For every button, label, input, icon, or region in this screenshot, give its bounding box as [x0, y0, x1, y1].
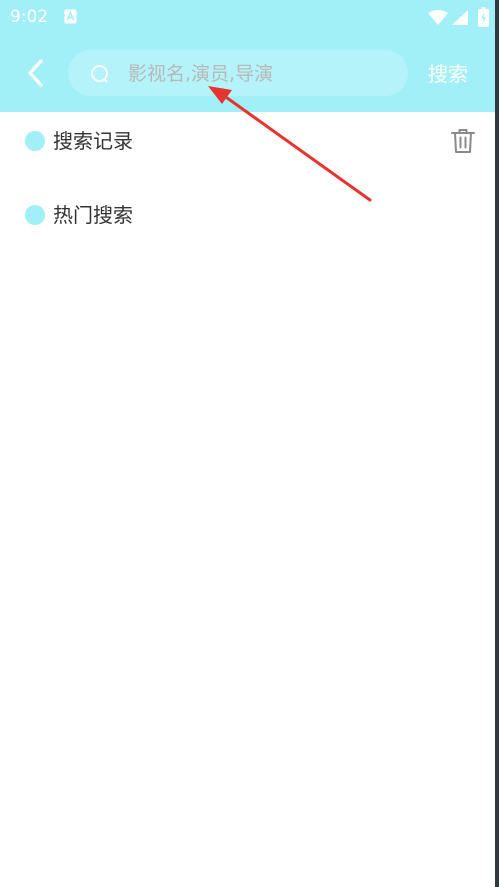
search-icon: [91, 65, 108, 83]
search-history-section: 搜索记录: [0, 121, 495, 161]
battery-charging-icon: [478, 7, 489, 27]
signal-icon: [452, 10, 468, 25]
hot-search-label: 热门搜索: [53, 203, 133, 227]
status-bar: 9:02: [0, 0, 495, 34]
app-header: 9:02 搜索: [0, 0, 495, 112]
status-time: 9:02: [10, 7, 49, 27]
search-history-label: 搜索记录: [53, 129, 133, 153]
back-button[interactable]: [22, 56, 50, 90]
hot-bullet-dot: [25, 205, 45, 225]
search-button[interactable]: 搜索: [428, 60, 468, 88]
search-box[interactable]: [68, 50, 408, 96]
search-input[interactable]: [126, 58, 400, 90]
right-edge-strip: [495, 0, 499, 887]
chevron-left-icon: [28, 59, 43, 87]
hot-search-section: 热门搜索: [0, 195, 495, 235]
notification-a-icon: [64, 9, 77, 24]
trash-icon[interactable]: [451, 128, 475, 154]
history-bullet-dot: [25, 131, 45, 151]
wifi-icon: [428, 10, 448, 25]
